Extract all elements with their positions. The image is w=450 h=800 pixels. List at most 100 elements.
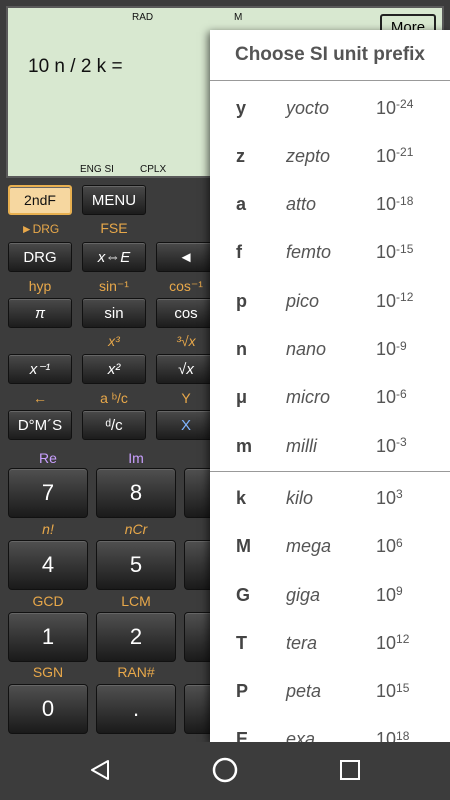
prefix-symbol: y [236, 97, 247, 118]
prefix-row-peta[interactable]: Ppeta 10 15 [210, 668, 450, 716]
power-base: 10 [376, 97, 397, 118]
power-base: 10 [376, 632, 397, 653]
x-variable-label: X [180, 416, 191, 434]
cos-button[interactable]: cos [156, 298, 216, 328]
prefix-symbol: M [236, 536, 251, 557]
digit-0-button[interactable]: 0 [8, 684, 88, 734]
ncr-label: nCr [124, 521, 148, 537]
power-exponent: 9 [396, 584, 403, 598]
prefix-row-micro[interactable]: μ micro 10 -6 [210, 374, 450, 422]
digit-5-label: 5 [129, 552, 143, 577]
backspace-button[interactable]: ◄ [156, 242, 216, 272]
prefix-name: peta [286, 681, 322, 702]
square-button[interactable]: x² [82, 354, 146, 384]
x-swap-e-button[interactable]: x⇔E [82, 242, 146, 272]
power-base: 10 [376, 681, 397, 702]
power-base: 10 [376, 584, 397, 605]
pi-label: π [34, 304, 46, 322]
cos-label: cos [174, 304, 198, 322]
power-base: 10 [376, 536, 397, 557]
digit-7-button[interactable]: 7 [8, 468, 88, 518]
menu-button[interactable]: MENU [82, 185, 146, 215]
decimal-point-button[interactable]: . [96, 684, 176, 734]
prefix-row-yocto[interactable]: y yocto 10 -24 [210, 84, 450, 132]
prefix-symbol: z [236, 145, 245, 166]
hyp-label: hyp [28, 278, 52, 294]
power-exponent: -6 [396, 386, 407, 401]
prefix-symbol: k [236, 487, 247, 508]
prefix-name: milli [286, 435, 317, 456]
decimal-point-label: . [132, 696, 140, 721]
prefix-symbol: a [236, 194, 247, 215]
drg-convert-label: ►DRG [20, 222, 60, 236]
prefix-row-atto[interactable]: a atto 10 -18 [210, 181, 450, 229]
prefix-row-zepto[interactable]: z zepto 10 -21 [210, 132, 450, 180]
digit-0-label: 0 [41, 696, 55, 721]
rad-indicator: RAD [132, 12, 154, 23]
sqrt-label: √x [178, 360, 194, 378]
x-variable-button[interactable]: X [156, 410, 216, 440]
digit-1-button[interactable]: 1 [8, 612, 88, 662]
prefix-row-kilo[interactable]: k kilo 10 3 [210, 474, 450, 522]
imaginary-part-label: Im [128, 450, 144, 466]
prefix-symbol: G [236, 584, 251, 605]
prefix-row-exa[interactable]: Eexa 10 18 [210, 716, 450, 742]
prefix-name: atto [286, 194, 317, 215]
digit-5-button[interactable]: 5 [96, 540, 176, 590]
sin-button[interactable]: sin [82, 298, 146, 328]
prefix-power: 10 18 [376, 716, 409, 742]
prefix-power: 10 -3 [376, 422, 407, 470]
prefix-name: kilo [286, 487, 314, 508]
prefix-row-pico[interactable]: p pico 10 -12 [210, 277, 450, 325]
reciprocal-label: x⁻¹ [29, 361, 51, 378]
sgn-label: SGN [32, 664, 64, 680]
power-exponent: 12 [396, 632, 410, 647]
prefix-power: 10 -15 [376, 229, 413, 277]
prefix-row-milli[interactable]: m milli 10 -3 [210, 422, 450, 470]
prefix-row-tera[interactable]: Ttera 10 12 [210, 619, 450, 667]
dms-button[interactable]: D°M´S [8, 410, 72, 440]
dms-label: D°M´S [17, 416, 63, 434]
prefix-row-mega[interactable]: Mmega 10 6 [210, 523, 450, 571]
prefix-name: exa [286, 729, 316, 742]
digit-4-button[interactable]: 4 [8, 540, 88, 590]
prefix-symbol: E [236, 729, 249, 742]
power-exponent: -21 [396, 145, 414, 160]
square-label: x² [107, 360, 121, 378]
prefix-name: tera [286, 632, 318, 653]
sub-unit-divider [210, 471, 450, 473]
digit-7-label: 7 [41, 480, 55, 505]
expression-text: 10 n / 2 k = [28, 56, 123, 77]
home-icon[interactable] [211, 756, 239, 784]
prefix-power: 10 -6 [376, 374, 407, 422]
cube-root-label: ³√x [176, 333, 196, 349]
back-icon[interactable] [88, 758, 112, 782]
second-function-button[interactable]: 2ndF [8, 185, 72, 215]
digit-4-label: 4 [41, 552, 55, 577]
prefix-row-nano[interactable]: n nano 10 -9 [210, 326, 450, 374]
drg-button[interactable]: DRG [8, 242, 72, 272]
pi-button[interactable]: π [8, 298, 72, 328]
cplx-indicator: CPLX [140, 164, 167, 175]
title-divider [210, 80, 450, 81]
power-exponent: -12 [396, 290, 414, 305]
prefix-power: 10 -9 [376, 326, 407, 374]
prefix-row-femto[interactable]: f femto 10 -15 [210, 229, 450, 277]
prefix-name: zepto [286, 145, 331, 166]
reciprocal-button[interactable]: x⁻¹ [8, 354, 72, 384]
arccos-label: cos⁻¹ [169, 278, 203, 294]
power-exponent: -3 [396, 435, 407, 450]
prefix-power: 10 -21 [376, 132, 413, 180]
digit-8-label: 8 [129, 480, 143, 505]
prefix-row-giga[interactable]: Ggiga 10 9 [210, 571, 450, 619]
prefix-name: femto [286, 242, 332, 263]
real-part-label: Re [39, 450, 57, 466]
fraction-button[interactable]: ᵈ/c [82, 410, 146, 440]
sqrt-button[interactable]: √x [156, 354, 216, 384]
recents-icon[interactable] [339, 759, 361, 781]
digit-8-button[interactable]: 8 [96, 468, 176, 518]
digit-2-label: 2 [129, 624, 143, 649]
digit-2-button[interactable]: 2 [96, 612, 176, 662]
prefix-symbol: T [236, 632, 247, 653]
left-arrow-label: ← [33, 390, 47, 406]
